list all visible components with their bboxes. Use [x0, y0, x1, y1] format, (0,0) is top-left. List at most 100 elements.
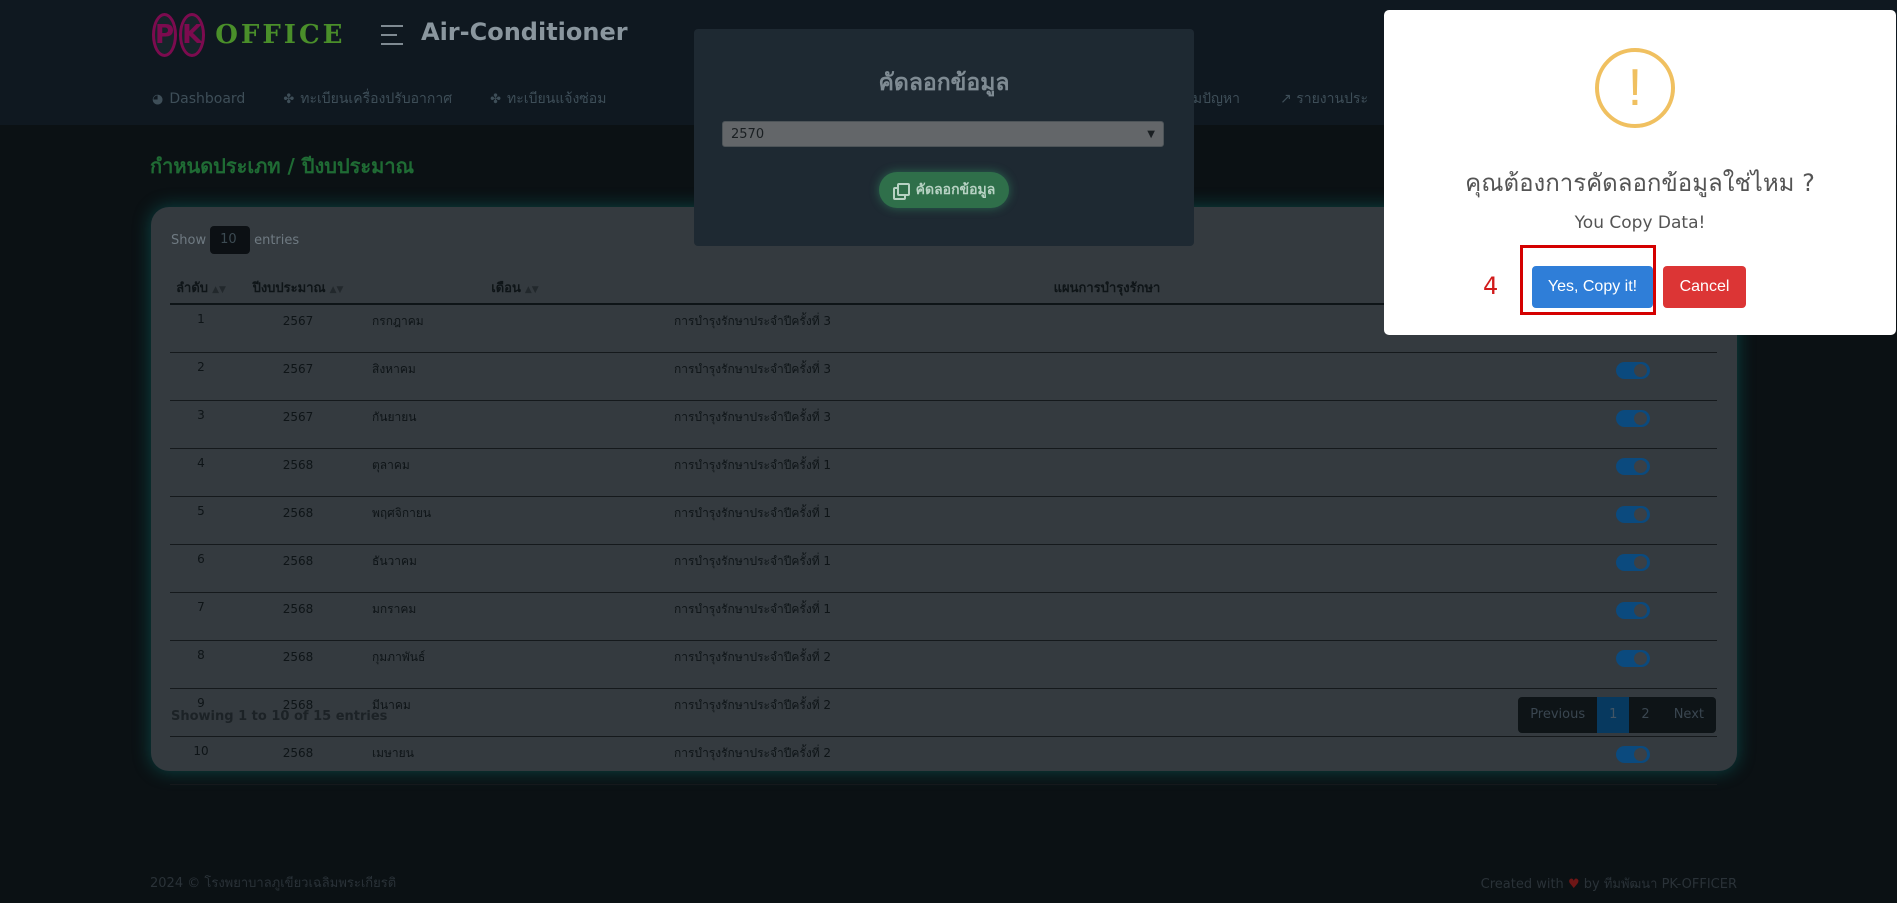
entries-length-select[interactable]: 10: [210, 226, 251, 254]
table-info: Showing 1 to 10 of 15 entries: [171, 709, 388, 724]
heart-icon: ♥: [1567, 877, 1580, 892]
confirm-dialog: ! คุณต้องการคัดลอกข้อมูลใช่ไหม ? You Cop…: [1384, 10, 1896, 335]
page: P K OFFICE Air-Conditioner ◕ Dashboard ✤…: [0, 0, 1897, 903]
row-year: 2568: [232, 736, 364, 785]
nav-item-ac-registry[interactable]: ✤ ทะเบียนเครื่องปรับอากาศ: [283, 88, 452, 110]
status-toggle[interactable]: [1615, 554, 1650, 571]
row-plan: การบำรุงรักษาประจำปีครั้งที่ 1: [666, 592, 1548, 641]
year-select[interactable]: 2570 ▼: [722, 121, 1164, 147]
table-row: 5 2568 พฤศจิกายน การบำรุงรักษาประจำปีครั้งท…: [170, 496, 1717, 545]
nav-item-label: Dashboard: [169, 91, 246, 107]
row-month: มีนาคม: [364, 688, 666, 737]
row-number: 3: [170, 400, 232, 449]
row-month: เมษายน: [364, 736, 666, 785]
year-select-value: 2570: [731, 127, 765, 142]
row-status-cell: [1548, 592, 1717, 641]
column-header-label: เดือน: [491, 280, 521, 296]
table-row: 2 2567 สิงหาคม การบำรุงรักษาประจำปีครั้งที่…: [170, 352, 1717, 401]
cancel-button[interactable]: Cancel: [1663, 266, 1746, 308]
pagination-page-1[interactable]: 1: [1597, 697, 1630, 733]
row-status-cell: [1548, 640, 1717, 689]
entries-label: entries: [254, 232, 300, 248]
page-title: กำหนดประเภท / ปีงบประมาณ: [150, 154, 415, 178]
fan-icon: ✤: [490, 91, 502, 107]
status-toggle[interactable]: [1615, 506, 1650, 523]
hamburger-menu-icon[interactable]: [381, 25, 403, 45]
row-year: 2568: [232, 640, 364, 689]
confirm-dialog-title: คุณต้องการคัดลอกข้อมูลใช่ไหม ?: [1465, 169, 1815, 197]
table-row: 9 2568 มีนาคม การบำรุงรักษาประจำปีครั้งที่ …: [170, 688, 1717, 737]
row-year: 2568: [232, 592, 364, 641]
column-header-label: ปีงบประมาณ: [252, 280, 326, 296]
row-number: 4: [170, 448, 232, 497]
table-row: 8 2568 กุมภาพันธ์ การบำรุงรักษาประจำปีครั้ง…: [170, 640, 1717, 689]
status-toggle[interactable]: [1615, 410, 1650, 427]
confirm-dialog-text: You Copy Data!: [1574, 213, 1706, 233]
row-number: 6: [170, 544, 232, 593]
nav-item-reports[interactable]: ↗ รายงานประ: [1280, 88, 1368, 110]
column-header-year[interactable]: ปีงบประมาณ ▲▼: [232, 271, 364, 305]
show-label: Show: [171, 232, 207, 248]
footer-credits-prefix: Created with: [1480, 877, 1564, 892]
chart-line-icon: ↗: [1280, 91, 1297, 107]
copy-icon: [892, 183, 910, 200]
row-plan: การบำรุงรักษาประจำปีครั้งที่ 2: [666, 640, 1548, 689]
footer-credits-suffix: by ทีมพัฒนา PK-OFFICER: [1583, 877, 1737, 892]
row-month: ธันวาคม: [364, 544, 666, 593]
nav-item-dashboard[interactable]: ◕ Dashboard: [152, 91, 245, 107]
row-month: พฤศจิกายน: [364, 496, 666, 545]
column-header-no[interactable]: ลำดับ ▲▼: [170, 271, 232, 305]
chart-pie-icon: ◕: [152, 91, 164, 107]
sort-icon: ▲▼: [212, 284, 226, 295]
status-toggle[interactable]: [1615, 746, 1650, 763]
row-number: 2: [170, 352, 232, 401]
warning-icon: !: [1595, 48, 1675, 128]
chevron-down-icon: ▼: [1147, 129, 1155, 140]
row-month: มกราคม: [364, 592, 666, 641]
copy-data-button[interactable]: คัดลอกข้อมูล: [879, 172, 1009, 208]
status-toggle[interactable]: [1615, 650, 1650, 667]
brand-logo[interactable]: P K OFFICE: [152, 13, 342, 57]
table-row: 6 2568 ธันวาคม การบำรุงรักษาประจำปีครั้งที่…: [170, 544, 1717, 593]
sort-icon: ▲▼: [524, 284, 539, 295]
column-header-label: แผนการบำรุงรักษา: [1053, 280, 1161, 296]
column-header-label: ลำดับ: [176, 280, 209, 296]
copy-data-modal: คัดลอกข้อมูล 2570 ▼ คัดลอกข้อมูล: [694, 29, 1194, 246]
pagination: Previous 1 2 Next: [1518, 697, 1716, 733]
main-nav-right: ามปัญหา ↗ รายงานประ: [1185, 88, 1368, 110]
table-row: 4 2568 ตุลาคม การบำรุงรักษาประจำปีครั้งที่ …: [170, 448, 1717, 497]
row-year: 2567: [232, 304, 364, 353]
show-entries: Show 10 entries: [171, 226, 299, 254]
row-number: 7: [170, 592, 232, 641]
row-plan: การบำรุงรักษาประจำปีครั้งที่ 1: [666, 496, 1548, 545]
row-plan: การบำรุงรักษาประจำปีครั้งที่ 1: [666, 448, 1548, 497]
row-status-cell: [1548, 448, 1717, 497]
status-toggle[interactable]: [1615, 362, 1650, 379]
row-plan: การบำรุงรักษาประจำปีครั้งที่ 1: [666, 544, 1548, 593]
row-year: 2568: [232, 448, 364, 497]
footer-credits: Created with ♥ by ทีมพัฒนา PK-OFFICER: [1481, 873, 1737, 894]
row-plan: การบำรุงรักษาประจำปีครั้งที่ 2: [666, 736, 1548, 785]
row-plan: การบำรุงรักษาประจำปีครั้งที่ 3: [666, 400, 1548, 449]
logo-text: OFFICE: [215, 20, 346, 50]
table-row: 7 2568 มกราคม การบำรุงรักษาประจำปีครั้งที่ …: [170, 592, 1717, 641]
confirm-copy-button[interactable]: Yes, Copy it!: [1532, 266, 1653, 308]
logo-mark-p: P: [152, 13, 178, 57]
row-plan: การบำรุงรักษาประจำปีครั้งที่ 3: [666, 352, 1548, 401]
nav-item-repair-registry[interactable]: ✤ ทะเบียนแจ้งซ่อม: [490, 88, 606, 110]
status-toggle[interactable]: [1615, 458, 1650, 475]
row-month: สิงหาคม: [364, 352, 666, 401]
row-month: กันยายน: [364, 400, 666, 449]
footer-copyright: 2024 © โรงพยาบาลภูเขียวเฉลิมพระเกียรติ: [150, 876, 397, 891]
row-status-cell: [1548, 544, 1717, 593]
logo-mark-k: K: [179, 13, 206, 57]
sort-icon: ▲▼: [329, 284, 344, 295]
row-status-cell: [1548, 736, 1717, 785]
pagination-previous[interactable]: Previous: [1518, 697, 1597, 733]
copy-data-button-label: คัดลอกข้อมูล: [915, 182, 996, 198]
status-toggle[interactable]: [1615, 602, 1650, 619]
row-year: 2567: [232, 352, 364, 401]
column-header-month[interactable]: เดือน ▲▼: [364, 271, 666, 305]
pagination-next[interactable]: Next: [1662, 697, 1716, 733]
pagination-page-2[interactable]: 2: [1629, 697, 1661, 733]
